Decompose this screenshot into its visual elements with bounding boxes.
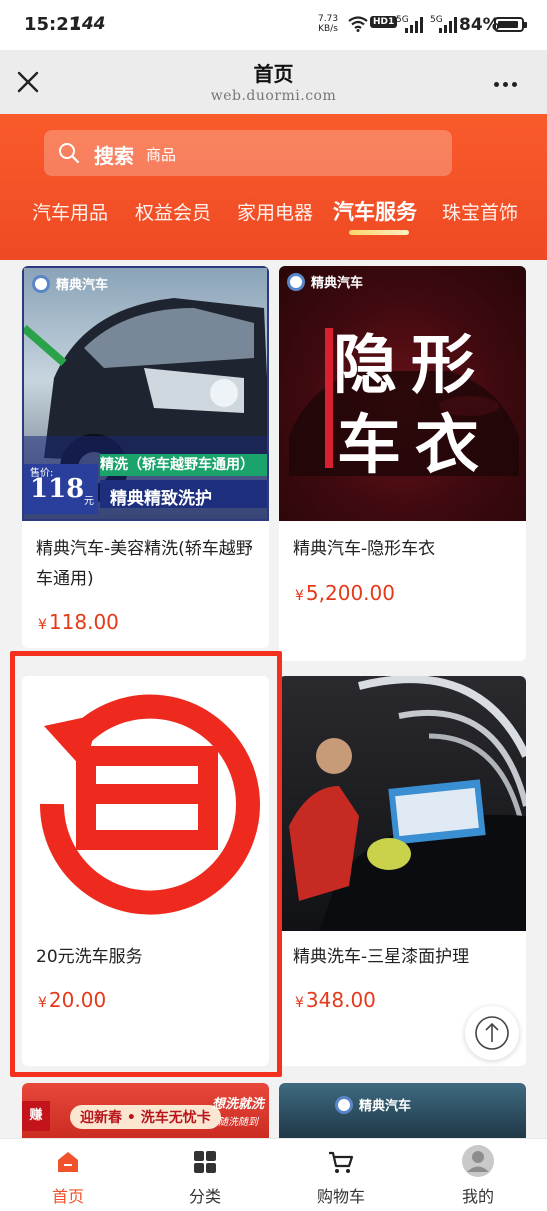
- nav-label: 购物车: [316, 1187, 365, 1206]
- browser-title-bar: 首页 web.duormi.com: [0, 50, 547, 114]
- currency-symbol: ¥: [295, 995, 304, 1011]
- image-corner-tag: 赚: [22, 1101, 50, 1131]
- product-name: 精典汽车-美容精洗(轿车越野车通用): [36, 539, 253, 589]
- product-name: 精典洗车-三星漆面护理: [293, 947, 470, 967]
- product-name: 精典汽车-隐形车衣: [293, 539, 436, 559]
- image-headline-1: 隐形: [333, 329, 489, 403]
- more-menu-icon[interactable]: [494, 72, 526, 92]
- home-icon: [58, 1152, 78, 1172]
- nav-category[interactable]: 分类: [145, 1139, 265, 1211]
- nav-label: 我的: [461, 1187, 494, 1206]
- product-image: [279, 676, 526, 931]
- tab-appliances[interactable]: 家用电器: [237, 198, 313, 225]
- image-ribbon: 迎新春 • 洗车无忧卡: [70, 1105, 221, 1129]
- product-price: ¥5,200.00: [295, 581, 395, 605]
- image-badge-1: 想洗就洗: [212, 1097, 265, 1112]
- arrow-up-icon: [475, 1016, 509, 1050]
- nav-label: 分类: [188, 1187, 221, 1206]
- scroll-to-top-button[interactable]: [465, 1006, 519, 1060]
- product-price: ¥118.00: [38, 610, 119, 634]
- category-tabs: 汽车用品 权益会员 家用电器 汽车服务 珠宝首饰: [0, 198, 547, 238]
- signal-icon: 5G: [430, 15, 457, 33]
- nav-cart[interactable]: 购物车: [281, 1139, 401, 1211]
- tab-car-supplies[interactable]: 汽车用品: [32, 198, 108, 225]
- nav-label: 首页: [51, 1187, 84, 1206]
- network-label: 5G: [430, 15, 443, 25]
- tab-membership[interactable]: 权益会员: [135, 198, 211, 225]
- profile-icon: [462, 1145, 494, 1177]
- brand-label: 精典汽车: [335, 1095, 411, 1114]
- category-icon: [194, 1151, 216, 1173]
- selection-highlight-frame: [10, 651, 282, 1077]
- net-speed-unit: KB/s: [318, 24, 338, 34]
- search-keyword: 搜索: [94, 144, 134, 168]
- signal-icon: 5G: [396, 15, 423, 33]
- price-tag-value: 118: [30, 474, 85, 504]
- bottom-navigation: 首页 分类 购物车 我的: [0, 1138, 547, 1211]
- status-bar: 15:21 144 7.73 KB/s HD1 5G 5G 84%: [0, 0, 547, 50]
- image-badge-2: 随洗随到: [218, 1117, 258, 1128]
- product-card[interactable]: 精典汽车 隐形 车衣 精典汽车-隐形车衣 ¥5,200.00: [279, 266, 526, 661]
- nav-home[interactable]: 首页: [8, 1139, 128, 1211]
- wifi-icon: [348, 16, 368, 32]
- hd-badge: HD1: [370, 16, 398, 28]
- page-url: web.duormi.com: [210, 88, 337, 104]
- cart-icon: [329, 1151, 354, 1173]
- product-card[interactable]: 精典汽车: [279, 1083, 526, 1143]
- page-title: 首页: [253, 62, 294, 86]
- product-image: 精典汽车 精洗（轿车越野车通用） 售价: 118 元 精典精致洗护: [22, 266, 269, 521]
- refresh-rate: 144: [70, 14, 106, 34]
- search-icon: [59, 143, 80, 164]
- polishing-photo: [289, 676, 526, 931]
- image-banner-text: 精洗（轿车越野车通用）: [100, 457, 254, 473]
- product-card[interactable]: 精典汽车 精洗（轿车越野车通用） 售价: 118 元 精典精致洗护 精典汽车-美…: [22, 266, 269, 648]
- net-speed: 7.73 KB/s: [318, 14, 338, 34]
- product-image: 精典汽车: [279, 1083, 526, 1143]
- active-tab-indicator: [349, 230, 409, 235]
- currency-symbol: ¥: [295, 588, 304, 604]
- currency-symbol: ¥: [38, 617, 47, 633]
- tab-jewelry[interactable]: 珠宝首饰: [442, 198, 518, 225]
- product-price: ¥348.00: [295, 988, 376, 1012]
- price-tag-unit: 元: [84, 496, 94, 507]
- image-caption: 精典精致洗护: [110, 489, 212, 509]
- tab-car-service[interactable]: 汽车服务: [333, 196, 417, 226]
- store-header: 搜索 商品 汽车用品 权益会员 家用电器 汽车服务 珠宝首饰: [0, 114, 547, 260]
- image-headline-2: 车衣: [337, 409, 493, 483]
- nav-profile[interactable]: 我的: [418, 1139, 538, 1211]
- product-image: 赚 迎新春 • 洗车无忧卡 想洗就洗 随洗随到: [22, 1083, 269, 1143]
- search-bar[interactable]: 搜索 商品: [44, 130, 452, 176]
- network-label: 5G: [396, 15, 409, 25]
- brand-label: 精典汽车: [287, 272, 363, 291]
- battery-icon: [494, 17, 527, 32]
- net-speed-value: 7.73: [318, 14, 339, 24]
- brand-label: 精典汽车: [32, 274, 108, 293]
- product-card[interactable]: 赚 迎新春 • 洗车无忧卡 想洗就洗 随洗随到: [22, 1083, 269, 1143]
- product-image: 精典汽车 隐形 车衣: [279, 266, 526, 521]
- search-placeholder: 商品: [146, 146, 177, 164]
